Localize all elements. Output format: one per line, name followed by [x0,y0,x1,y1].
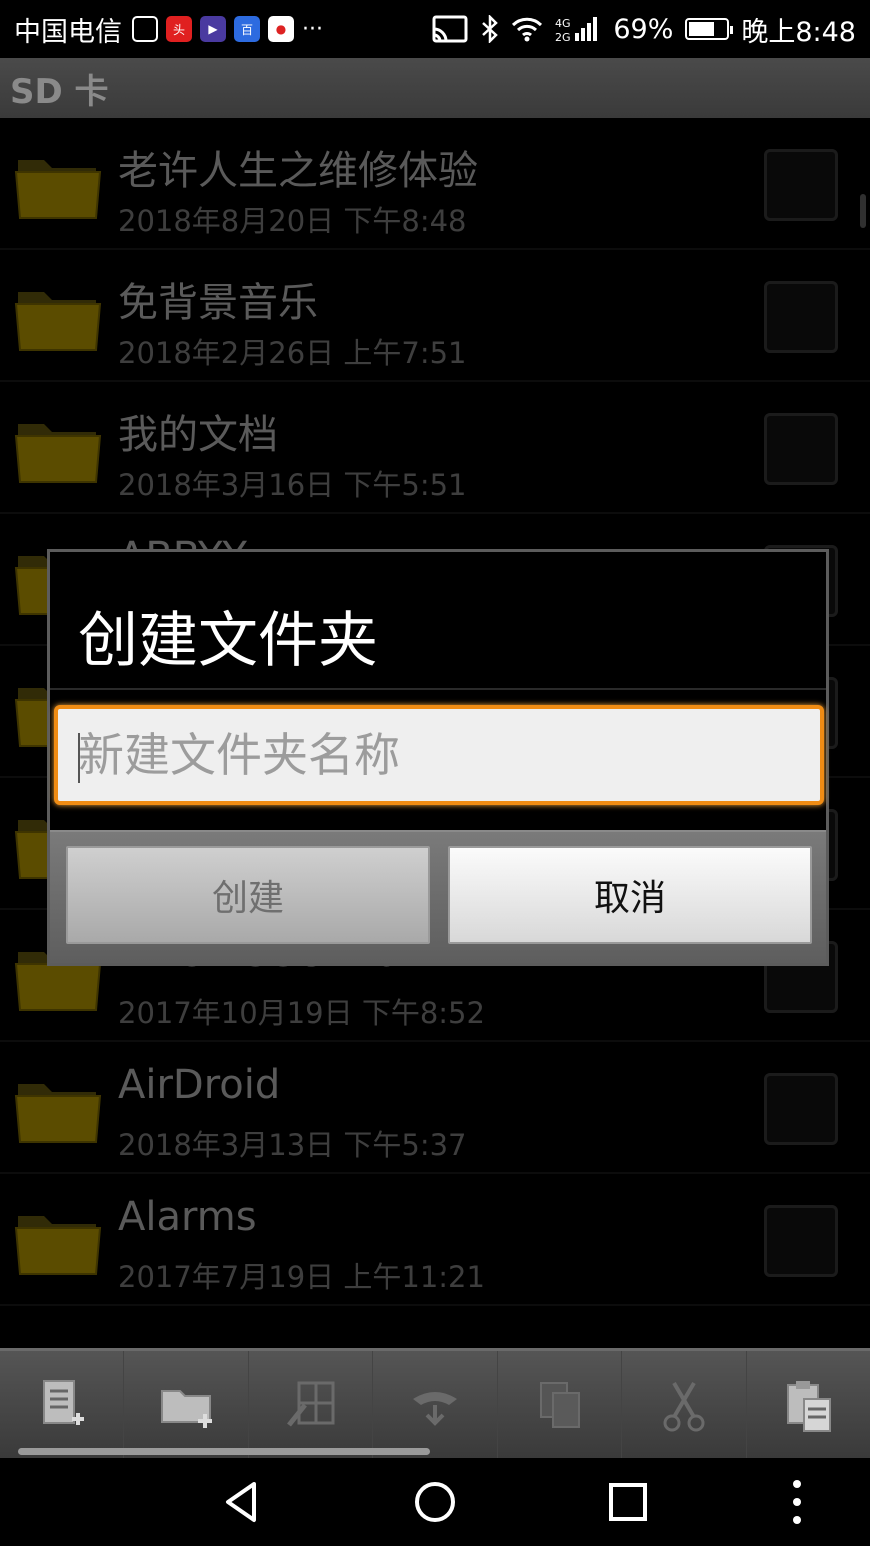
share-icon [412,1391,457,1426]
copy-icon [540,1381,581,1428]
map-icon: ● [268,16,294,42]
menu-button[interactable] [747,1458,847,1546]
bluetooth-icon [482,15,499,43]
create-folder-dialog: 创建文件夹 创建 取消 [47,549,829,966]
dialog-button-bar: 创建 取消 [50,830,826,963]
new-file-button[interactable] [0,1351,125,1458]
signal-icon: 4G2G [555,17,598,43]
folder-name-field[interactable] [54,705,824,805]
back-button[interactable] [192,1458,292,1546]
battery-percent: 69% [613,13,674,45]
battery-icon [685,18,734,40]
copy-button[interactable] [498,1351,623,1458]
more-vert-icon [793,1480,801,1524]
home-button[interactable] [385,1458,485,1546]
paste-button[interactable] [747,1351,870,1458]
svg-text:4G: 4G [555,17,571,30]
recents-button[interactable] [578,1458,678,1546]
bottom-toolbar [0,1348,870,1458]
cast-icon [432,15,468,43]
share-button[interactable] [373,1351,498,1458]
svg-text:2G: 2G [555,31,571,43]
navigation-bar [0,1458,870,1546]
cancel-button[interactable]: 取消 [448,846,812,944]
toolbar-scrollbar[interactable] [18,1448,430,1455]
carrier-label: 中国电信 [14,16,122,48]
cut-icon [663,1381,705,1431]
recents-icon [609,1483,647,1521]
new-folder-button[interactable] [124,1351,249,1458]
home-icon [415,1482,455,1522]
select-all-icon [286,1381,335,1427]
screenshot-icon [132,16,158,42]
notification-icons: 头 ▶ 百 ● ··· [132,16,323,42]
title-bar: SD 卡 [0,58,870,118]
new-file-icon [42,1379,84,1425]
text-cursor [78,733,80,783]
dialog-divider [50,688,826,690]
toutiao-icon: 头 [166,16,192,42]
status-bar: 中国电信 头 ▶ 百 ● ··· 4G 2G 69% 晚上8:48 [0,0,870,58]
create-button[interactable]: 创建 [66,846,430,944]
back-icon [226,1482,256,1522]
select-all-button[interactable] [249,1351,374,1458]
wifi-icon [512,17,543,42]
video-icon: ▶ [200,16,226,42]
paste-icon [787,1380,832,1432]
more-notifications-icon: ··· [302,16,323,42]
clock: 晚上8:48 [741,16,856,48]
cut-button[interactable] [622,1351,747,1458]
new-folder-icon [161,1389,213,1428]
folder-name-input[interactable] [58,709,820,801]
baidu-icon: 百 [234,16,260,42]
page-title: SD 卡 [10,71,109,112]
dialog-title: 创建文件夹 [78,606,378,676]
